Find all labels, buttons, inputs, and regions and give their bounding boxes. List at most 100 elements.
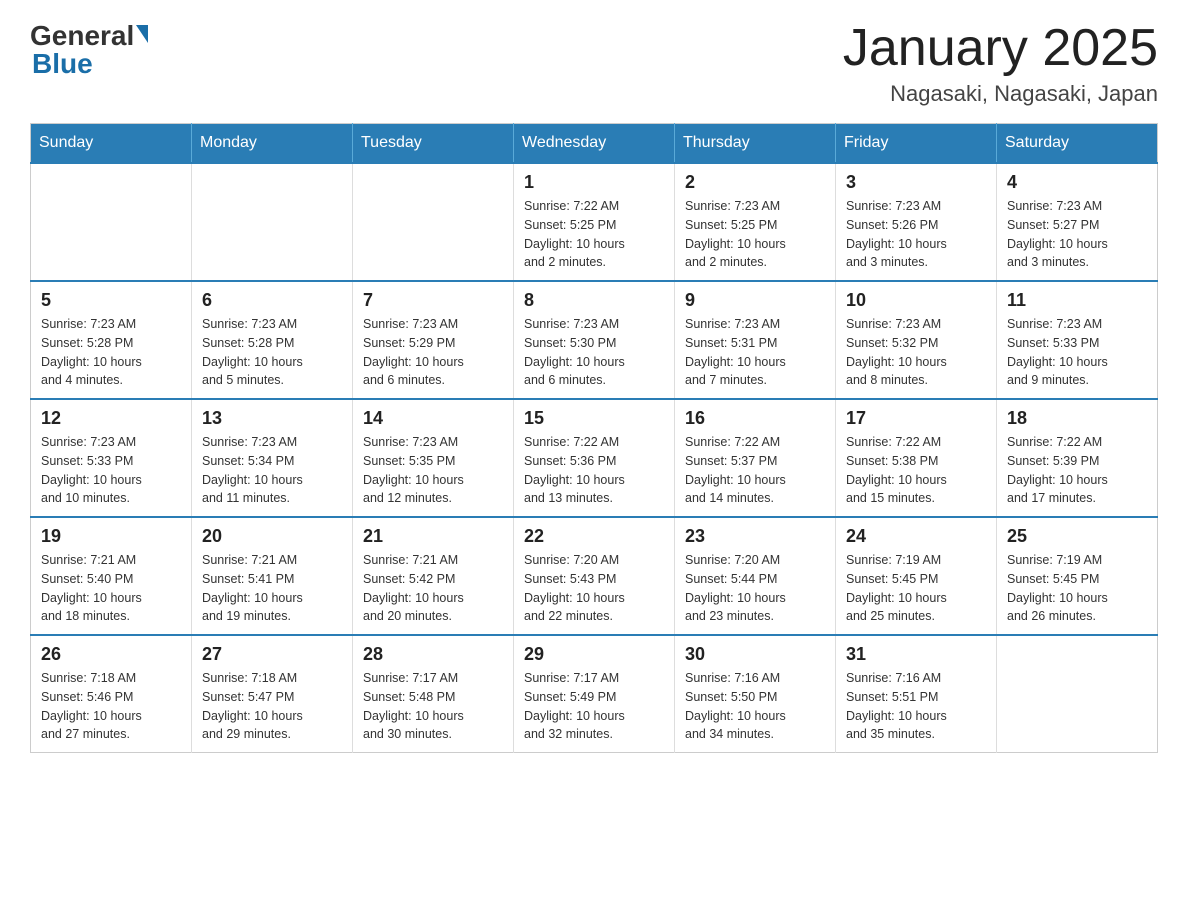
day-info: Sunrise: 7:16 AM Sunset: 5:50 PM Dayligh… [685, 669, 825, 744]
day-info: Sunrise: 7:23 AM Sunset: 5:34 PM Dayligh… [202, 433, 342, 508]
day-number: 27 [202, 644, 342, 665]
day-number: 11 [1007, 290, 1147, 311]
day-info: Sunrise: 7:23 AM Sunset: 5:26 PM Dayligh… [846, 197, 986, 272]
day-info: Sunrise: 7:23 AM Sunset: 5:25 PM Dayligh… [685, 197, 825, 272]
calendar-body: 1 Sunrise: 7:22 AM Sunset: 5:25 PM Daylig… [31, 163, 1158, 753]
day-info: Sunrise: 7:21 AM Sunset: 5:41 PM Dayligh… [202, 551, 342, 626]
day-info: Sunrise: 7:23 AM Sunset: 5:32 PM Dayligh… [846, 315, 986, 390]
day-of-week-saturday: Saturday [997, 124, 1158, 164]
day-number: 5 [41, 290, 181, 311]
calendar-cell: 22 Sunrise: 7:20 AM Sunset: 5:43 PM Dayli… [514, 517, 675, 635]
calendar-cell [997, 635, 1158, 753]
day-info: Sunrise: 7:22 AM Sunset: 5:39 PM Dayligh… [1007, 433, 1147, 508]
calendar-cell: 2Sunrise: 7:23 AM Sunset: 5:25 PM Daylig… [675, 163, 836, 281]
calendar-cell: 18 Sunrise: 7:22 AM Sunset: 5:39 PM Dayli… [997, 399, 1158, 517]
calendar-cell: 20Sunrise: 7:21 AM Sunset: 5:41 PM Dayli… [192, 517, 353, 635]
days-of-week-row: SundayMondayTuesdayWednesdayThursdayFrid… [31, 124, 1158, 164]
day-info: Sunrise: 7:22 AM Sunset: 5:25 PM Dayligh… [524, 197, 664, 272]
day-number: 22 [524, 526, 664, 547]
logo-arrow-icon [136, 25, 148, 43]
day-info: Sunrise: 7:22 AM Sunset: 5:37 PM Dayligh… [685, 433, 825, 508]
day-info: Sunrise: 7:18 AM Sunset: 5:46 PM Dayligh… [41, 669, 181, 744]
calendar-week-2: 5 Sunrise: 7:23 AM Sunset: 5:28 PM Daylig… [31, 281, 1158, 399]
day-info: Sunrise: 7:22 AM Sunset: 5:36 PM Dayligh… [524, 433, 664, 508]
calendar-cell: 30 Sunrise: 7:16 AM Sunset: 5:50 PM Dayli… [675, 635, 836, 753]
calendar-week-4: 19Sunrise: 7:21 AM Sunset: 5:40 PM Dayli… [31, 517, 1158, 635]
day-number: 21 [363, 526, 503, 547]
calendar-cell: 4 Sunrise: 7:23 AM Sunset: 5:27 PM Daylig… [997, 163, 1158, 281]
day-of-week-monday: Monday [192, 124, 353, 164]
day-number: 25 [1007, 526, 1147, 547]
day-info: Sunrise: 7:23 AM Sunset: 5:35 PM Dayligh… [363, 433, 503, 508]
calendar-week-3: 12Sunrise: 7:23 AM Sunset: 5:33 PM Dayli… [31, 399, 1158, 517]
day-info: Sunrise: 7:23 AM Sunset: 5:28 PM Dayligh… [202, 315, 342, 390]
calendar-cell: 28 Sunrise: 7:17 AM Sunset: 5:48 PM Dayli… [353, 635, 514, 753]
title-section: January 2025 Nagasaki, Nagasaki, Japan [843, 20, 1158, 107]
day-number: 30 [685, 644, 825, 665]
day-info: Sunrise: 7:22 AM Sunset: 5:38 PM Dayligh… [846, 433, 986, 508]
calendar-cell: 12Sunrise: 7:23 AM Sunset: 5:33 PM Dayli… [31, 399, 192, 517]
day-number: 15 [524, 408, 664, 429]
day-number: 28 [363, 644, 503, 665]
calendar-week-1: 1 Sunrise: 7:22 AM Sunset: 5:25 PM Daylig… [31, 163, 1158, 281]
day-number: 31 [846, 644, 986, 665]
calendar-cell: 15 Sunrise: 7:22 AM Sunset: 5:36 PM Dayli… [514, 399, 675, 517]
calendar-cell: 5 Sunrise: 7:23 AM Sunset: 5:28 PM Daylig… [31, 281, 192, 399]
day-number: 23 [685, 526, 825, 547]
calendar-cell: 9Sunrise: 7:23 AM Sunset: 5:31 PM Daylig… [675, 281, 836, 399]
day-of-week-friday: Friday [836, 124, 997, 164]
day-number: 3 [846, 172, 986, 193]
calendar-cell: 29 Sunrise: 7:17 AM Sunset: 5:49 PM Dayli… [514, 635, 675, 753]
day-info: Sunrise: 7:16 AM Sunset: 5:51 PM Dayligh… [846, 669, 986, 744]
calendar-cell: 6Sunrise: 7:23 AM Sunset: 5:28 PM Daylig… [192, 281, 353, 399]
day-number: 10 [846, 290, 986, 311]
calendar-cell: 8Sunrise: 7:23 AM Sunset: 5:30 PM Daylig… [514, 281, 675, 399]
day-number: 17 [846, 408, 986, 429]
calendar-cell: 3 Sunrise: 7:23 AM Sunset: 5:26 PM Daylig… [836, 163, 997, 281]
calendar-cell: 31 Sunrise: 7:16 AM Sunset: 5:51 PM Dayli… [836, 635, 997, 753]
day-number: 13 [202, 408, 342, 429]
day-info: Sunrise: 7:17 AM Sunset: 5:49 PM Dayligh… [524, 669, 664, 744]
calendar-cell: 24 Sunrise: 7:19 AM Sunset: 5:45 PM Dayli… [836, 517, 997, 635]
day-of-week-tuesday: Tuesday [353, 124, 514, 164]
logo-blue-text: Blue [32, 48, 93, 80]
calendar-cell: 10 Sunrise: 7:23 AM Sunset: 5:32 PM Dayli… [836, 281, 997, 399]
day-info: Sunrise: 7:17 AM Sunset: 5:48 PM Dayligh… [363, 669, 503, 744]
day-info: Sunrise: 7:23 AM Sunset: 5:29 PM Dayligh… [363, 315, 503, 390]
day-info: Sunrise: 7:23 AM Sunset: 5:33 PM Dayligh… [1007, 315, 1147, 390]
calendar-cell: 17 Sunrise: 7:22 AM Sunset: 5:38 PM Dayli… [836, 399, 997, 517]
day-info: Sunrise: 7:21 AM Sunset: 5:42 PM Dayligh… [363, 551, 503, 626]
day-info: Sunrise: 7:20 AM Sunset: 5:43 PM Dayligh… [524, 551, 664, 626]
calendar-cell: 26 Sunrise: 7:18 AM Sunset: 5:46 PM Dayli… [31, 635, 192, 753]
logo: General Blue [30, 20, 148, 80]
day-number: 4 [1007, 172, 1147, 193]
day-number: 1 [524, 172, 664, 193]
day-of-week-thursday: Thursday [675, 124, 836, 164]
calendar-table: SundayMondayTuesdayWednesdayThursdayFrid… [30, 123, 1158, 753]
calendar-cell: 11 Sunrise: 7:23 AM Sunset: 5:33 PM Dayli… [997, 281, 1158, 399]
day-number: 18 [1007, 408, 1147, 429]
calendar-cell: 25Sunrise: 7:19 AM Sunset: 5:45 PM Dayli… [997, 517, 1158, 635]
calendar-cell: 19Sunrise: 7:21 AM Sunset: 5:40 PM Dayli… [31, 517, 192, 635]
day-info: Sunrise: 7:23 AM Sunset: 5:27 PM Dayligh… [1007, 197, 1147, 272]
page-header: General Blue January 2025 Nagasaki, Naga… [30, 20, 1158, 107]
day-number: 7 [363, 290, 503, 311]
calendar-cell: 21 Sunrise: 7:21 AM Sunset: 5:42 PM Dayli… [353, 517, 514, 635]
calendar-week-5: 26 Sunrise: 7:18 AM Sunset: 5:46 PM Dayli… [31, 635, 1158, 753]
location-label: Nagasaki, Nagasaki, Japan [843, 81, 1158, 107]
day-info: Sunrise: 7:23 AM Sunset: 5:28 PM Dayligh… [41, 315, 181, 390]
day-info: Sunrise: 7:23 AM Sunset: 5:33 PM Dayligh… [41, 433, 181, 508]
day-info: Sunrise: 7:19 AM Sunset: 5:45 PM Dayligh… [846, 551, 986, 626]
calendar-cell [31, 163, 192, 281]
calendar-cell: 23Sunrise: 7:20 AM Sunset: 5:44 PM Dayli… [675, 517, 836, 635]
day-number: 14 [363, 408, 503, 429]
day-number: 26 [41, 644, 181, 665]
calendar-cell: 1 Sunrise: 7:22 AM Sunset: 5:25 PM Daylig… [514, 163, 675, 281]
calendar-cell: 7 Sunrise: 7:23 AM Sunset: 5:29 PM Daylig… [353, 281, 514, 399]
day-of-week-wednesday: Wednesday [514, 124, 675, 164]
day-number: 24 [846, 526, 986, 547]
calendar-cell: 13 Sunrise: 7:23 AM Sunset: 5:34 PM Dayli… [192, 399, 353, 517]
day-number: 16 [685, 408, 825, 429]
day-number: 9 [685, 290, 825, 311]
day-number: 29 [524, 644, 664, 665]
